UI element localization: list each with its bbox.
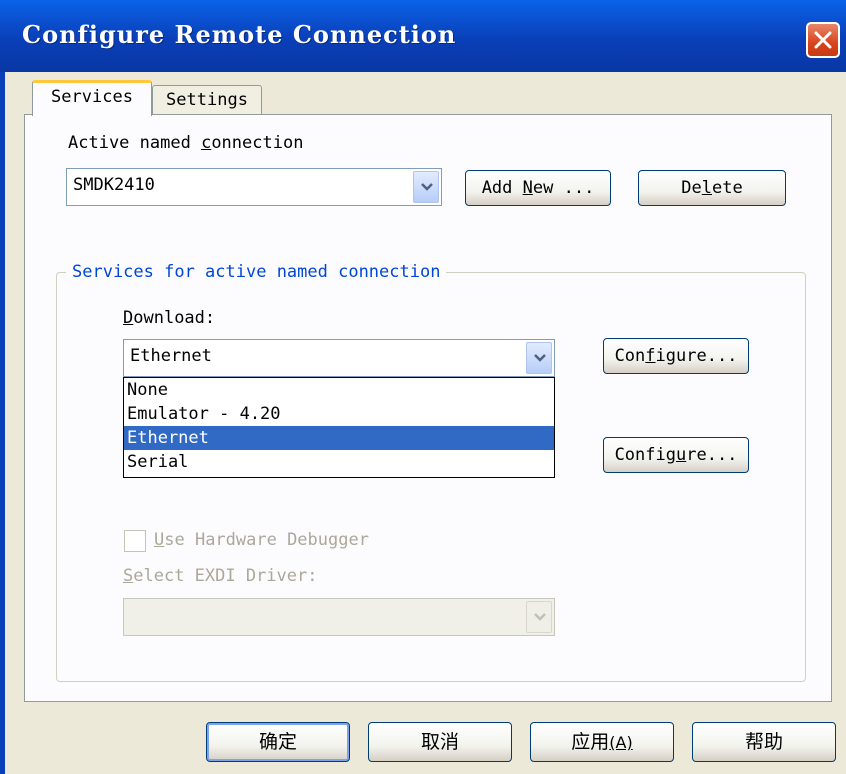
close-button[interactable] — [806, 22, 840, 58]
configure-remote-connection-dialog: Configure Remote Connection Services Set… — [0, 0, 846, 774]
cancel-button[interactable]: 取消 — [368, 722, 512, 762]
configure-download-button[interactable]: Configure... — [603, 338, 749, 374]
active-connection-label: Active named connection — [68, 133, 304, 153]
download-dropdown-button[interactable] — [526, 342, 552, 374]
download-label: Download: — [123, 308, 216, 328]
title-bar[interactable]: Configure Remote Connection — [0, 0, 846, 72]
add-new-button[interactable]: Add New ... — [465, 170, 611, 206]
exdi-driver-dropdown-button[interactable] — [526, 601, 552, 633]
chevron-down-icon — [534, 613, 546, 621]
download-option-none[interactable]: None — [124, 378, 554, 402]
active-connection-select[interactable]: SMDK2410 — [66, 168, 442, 206]
use-hardware-debugger-checkbox[interactable] — [124, 530, 146, 552]
select-exdi-driver-label: Select EXDI Driver: — [123, 566, 318, 586]
chevron-down-icon — [534, 354, 546, 362]
download-options-list[interactable]: None Emulator - 4.20 Ethernet Serial — [123, 377, 555, 478]
tab-settings[interactable]: Settings — [152, 85, 262, 115]
help-button[interactable]: 帮助 — [692, 722, 836, 762]
download-value: Ethernet — [130, 346, 212, 366]
apply-button[interactable]: 应用(A) — [530, 722, 674, 762]
download-option-ethernet[interactable]: Ethernet — [124, 426, 554, 450]
window-title: Configure Remote Connection — [22, 20, 457, 49]
tab-services[interactable]: Services — [32, 80, 152, 116]
tab-services-label: Services — [51, 87, 133, 107]
delete-button[interactable]: Delete — [638, 170, 786, 206]
configure-transport-button[interactable]: Configure... — [603, 437, 749, 473]
close-icon — [814, 31, 832, 49]
tab-settings-label: Settings — [166, 90, 248, 110]
active-connection-dropdown-button[interactable] — [413, 171, 439, 203]
active-connection-value: SMDK2410 — [73, 175, 155, 195]
download-option-serial[interactable]: Serial — [124, 450, 554, 474]
use-hardware-debugger-label: Use Hardware Debugger — [154, 530, 369, 550]
exdi-driver-select[interactable] — [123, 598, 555, 636]
ok-button[interactable]: 确定 — [206, 722, 350, 762]
chevron-down-icon — [421, 183, 433, 191]
window-frame-left — [0, 72, 5, 774]
download-option-emulator[interactable]: Emulator - 4.20 — [124, 402, 554, 426]
services-group-title: Services for active named connection — [66, 262, 447, 282]
download-select[interactable]: Ethernet — [123, 339, 555, 377]
